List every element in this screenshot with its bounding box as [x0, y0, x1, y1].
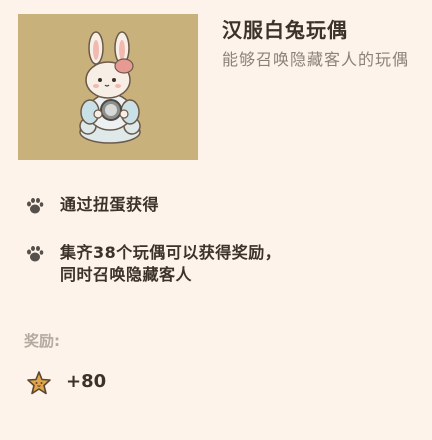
reward-amount: +80: [66, 371, 107, 392]
paw-icon: [27, 198, 44, 214]
item-name: 汉服白兔玩偶: [222, 18, 348, 42]
paw-icon: [27, 246, 44, 262]
rabbit-doll-icon: [79, 31, 141, 144]
info-text: 通过扭蛋获得: [60, 195, 160, 214]
item-image: [18, 14, 198, 160]
info-row-collect: 集齐38个玩偶可以获得奖励，同时召唤隐藏客人: [24, 242, 424, 290]
item-description: 能够召唤隐藏客人的玩偶: [222, 50, 410, 69]
reward-label: 奖励:: [24, 332, 60, 350]
info-text: 集齐38个玩偶可以获得奖励，同时召唤隐藏客人: [60, 243, 282, 284]
info-row-source: 通过扭蛋获得: [24, 194, 424, 218]
star-coin-icon: [27, 371, 51, 395]
reward-row: +80: [26, 368, 226, 398]
